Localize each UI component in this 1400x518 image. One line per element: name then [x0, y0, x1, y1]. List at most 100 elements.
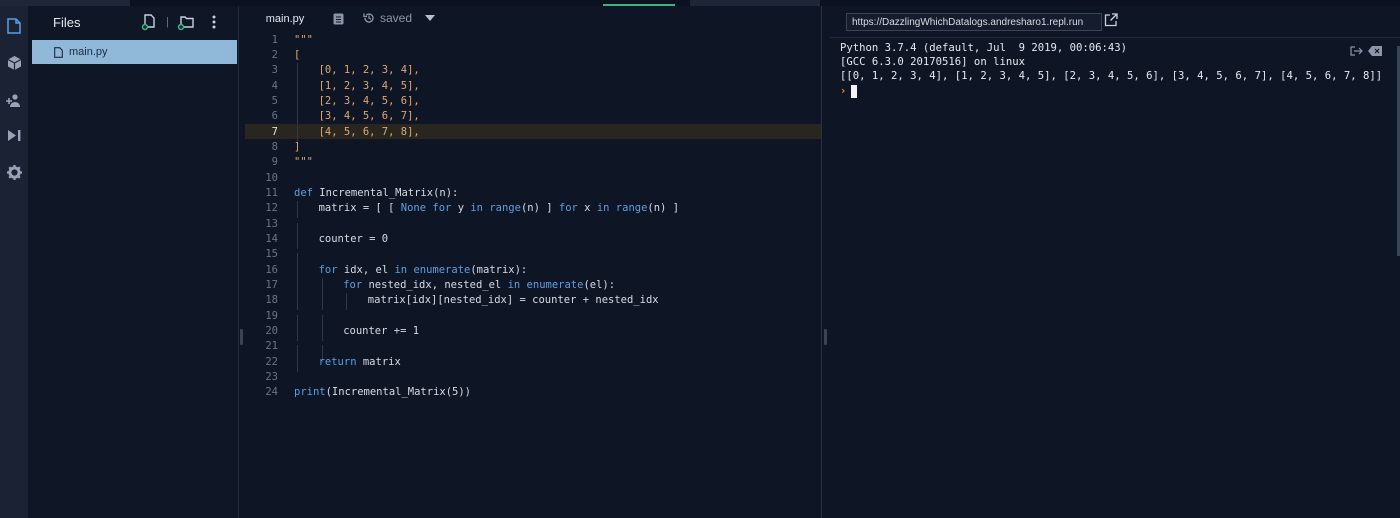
code-keyword: in: [507, 278, 521, 291]
code-token: counter += 1: [343, 324, 420, 337]
code-text: def Incremental_Matrix(n):: [278, 187, 458, 199]
code-line[interactable]: 13: [245, 216, 821, 240]
line-number: 22: [265, 355, 278, 368]
line-number: 17: [265, 278, 278, 291]
code-line[interactable]: 3 [0, 1, 2, 3, 4],: [245, 63, 821, 81]
code-line[interactable]: 5 [2, 3, 4, 5, 6],: [245, 93, 821, 111]
code-string: [2, 3, 4, 5, 6],: [318, 94, 420, 107]
code-text: matrix = [ [ None for y in range(n) ] fo…: [278, 201, 679, 219]
code-token: x: [577, 202, 597, 215]
text-cursor: [851, 84, 858, 98]
code-line[interactable]: 12 matrix = [ [ None for y in range(n) ] …: [245, 201, 821, 219]
line-number: 1: [271, 33, 278, 46]
code-line[interactable]: 20 counter += 1: [245, 323, 821, 341]
line-number: 24: [265, 386, 278, 399]
more-options-button[interactable]: [205, 13, 223, 31]
code-token: (el):: [583, 278, 616, 291]
files-panel-title: Files: [53, 15, 81, 30]
code-keyword: def: [294, 186, 313, 199]
files-panel-header: Files |: [31, 6, 239, 38]
code-keyword: None: [400, 202, 427, 215]
document-icon[interactable]: [333, 13, 344, 25]
code-line[interactable]: 24 print(Incremental_Matrix(5)): [245, 385, 821, 400]
console-pane: https://DazzlingWhichDatalogs.andresharo…: [830, 6, 1400, 518]
code-line[interactable]: 19: [245, 308, 821, 332]
code-string: [3, 4, 5, 6, 7],: [318, 110, 420, 123]
multiplayer-button[interactable]: [0, 85, 28, 115]
code-editor[interactable]: 1 """ 2[3 [0, 1, 2, 3, 4], 4 [1, 2, 3, 4, 5],…: [245, 32, 821, 400]
more-options-icon: [212, 15, 216, 29]
code-text: ]: [278, 141, 300, 153]
file-icon: [54, 46, 63, 58]
save-status[interactable]: saved: [363, 11, 412, 25]
editor-resize-handle[interactable]: [824, 329, 827, 345]
line-number: 19: [265, 309, 278, 322]
code-line[interactable]: 21: [245, 339, 821, 363]
code-text: return matrix: [278, 354, 401, 372]
code-token: y: [451, 202, 471, 215]
file-item-main-py[interactable]: main.py: [32, 40, 237, 64]
tab-main-py[interactable]: main.py: [245, 6, 325, 32]
line-number: 3: [271, 64, 278, 77]
editor-pane: main.py saved 1 """ 2[3 [0, 1, 2, 3, 4], 4 [1…: [245, 6, 822, 518]
code-text: counter = 0: [278, 231, 389, 249]
code-line[interactable]: 1 """: [245, 32, 821, 47]
add-file-icon: [141, 13, 155, 30]
code-line[interactable]: 11 def Incremental_Matrix(n):: [245, 185, 821, 200]
code-line[interactable]: 14 counter = 0: [245, 231, 821, 249]
settings-button[interactable]: [0, 157, 28, 187]
toolbar-separator: |: [166, 16, 169, 28]
add-folder-icon: [177, 15, 194, 30]
code-line[interactable]: 18 matrix[idx][nested_idx] = counter + ne…: [245, 293, 821, 311]
line-number: 4: [271, 79, 278, 92]
code-keyword: in: [596, 202, 610, 215]
code-string: """: [294, 156, 313, 169]
code-line[interactable]: 15: [245, 247, 821, 271]
code-text: for idx, el in enumerate(matrix):: [278, 262, 527, 280]
code-token: matrix: [356, 355, 401, 368]
code-line[interactable]: 17 for nested_idx, nested_el in enumerate…: [245, 277, 821, 295]
code-keyword: in: [394, 263, 408, 276]
code-line[interactable]: 7 [4, 5, 6, 7, 8],: [245, 123, 821, 142]
code-line[interactable]: 22 return matrix: [245, 354, 821, 372]
settings-icon: [6, 164, 22, 180]
code-line[interactable]: 2[: [245, 47, 821, 62]
code-text: [2, 3, 4, 5, 6],: [278, 93, 420, 111]
line-number: 12: [265, 202, 278, 215]
code-text: """: [278, 34, 313, 46]
line-number: 6: [271, 110, 278, 123]
line-number: 7: [271, 125, 278, 138]
console-prompt[interactable]: ›: [840, 84, 1382, 98]
files-resize-handle[interactable]: [240, 329, 243, 345]
code-text: """: [278, 156, 313, 168]
code-line[interactable]: 4 [1, 2, 3, 4, 5],: [245, 78, 821, 96]
code-line[interactable]: 10: [245, 170, 821, 185]
debugger-button[interactable]: [0, 120, 28, 150]
code-line[interactable]: 9 """: [245, 155, 821, 170]
line-number: 2: [271, 48, 278, 61]
code-keyword: range: [489, 202, 521, 215]
code-token: counter = 0: [318, 232, 389, 245]
code-line[interactable]: 16 for idx, el in enumerate(matrix):: [245, 262, 821, 280]
code-keyword: for: [318, 263, 338, 276]
history-icon: [363, 13, 374, 23]
code-line[interactable]: 8]: [245, 139, 821, 154]
code-token: (n) ]: [520, 202, 559, 215]
url-bar[interactable]: https://DazzlingWhichDatalogs.andresharo…: [846, 13, 1102, 31]
editor-tabbar: main.py saved: [245, 6, 822, 32]
line-number: 20: [265, 324, 278, 337]
packages-button[interactable]: [0, 48, 28, 78]
add-folder-button[interactable]: [177, 13, 195, 31]
code-line[interactable]: 6 [3, 4, 5, 6, 7],: [245, 109, 821, 127]
line-number: 5: [271, 94, 278, 107]
add-file-button[interactable]: [140, 13, 158, 31]
open-external-icon[interactable]: [1104, 13, 1118, 27]
line-number: 11: [265, 186, 278, 199]
code-keyword: enumerate: [413, 263, 471, 276]
files-button[interactable]: [0, 11, 28, 41]
chevron-down-icon[interactable]: [425, 15, 435, 21]
code-string: [0, 1, 2, 3, 4],: [318, 64, 420, 77]
console-line: [GCC 6.3.0 20170516] on linux: [840, 56, 1025, 68]
console-output[interactable]: Python 3.7.4 (default, Jul 9 2019, 00:06…: [840, 42, 1382, 98]
code-line[interactable]: 23: [245, 369, 821, 384]
